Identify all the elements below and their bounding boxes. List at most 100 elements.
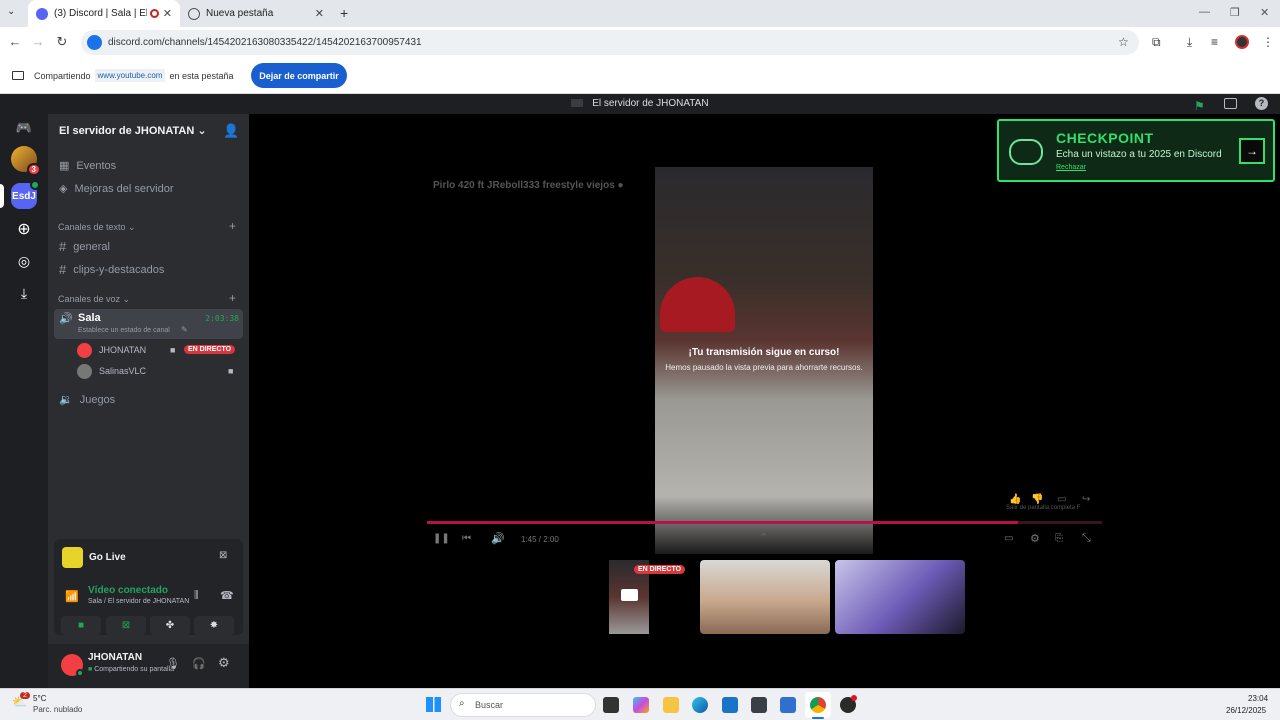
user-panel: JHONATAN ■ Compartiendo su pantalla 🎙 🎧 … <box>48 644 249 688</box>
voice-channel-sala[interactable]: 🔊 Sala 2:03:38 Establece un estado de ca… <box>54 309 243 339</box>
sharing-suffix: en esta pestaña <box>169 70 234 81</box>
like-icon[interactable]: 👍 <box>1009 494 1021 505</box>
stream-frame[interactable] <box>655 167 873 554</box>
dm-avatar[interactable]: 3 <box>11 146 41 176</box>
headphones-icon[interactable]: 🎧 <box>192 657 206 670</box>
video-settings-icon[interactable]: ⚙ <box>1030 532 1040 545</box>
clock-time[interactable]: 23:04 <box>1248 694 1268 703</box>
camera-icon: ■ <box>228 366 234 376</box>
soundboard-button[interactable]: ✸ <box>194 616 234 635</box>
profile-avatar[interactable] <box>1235 35 1249 49</box>
add-voice-channel-icon[interactable]: + <box>229 291 236 305</box>
cast-icon[interactable]: ⎘ <box>1055 533 1063 544</box>
exit-fullscreen-icon[interactable]: ⤡ <box>1082 532 1091 545</box>
back-icon[interactable]: ← <box>3 34 27 49</box>
channel-general[interactable]: # general <box>59 239 110 254</box>
active-app-indicator <box>812 717 824 719</box>
bookmark-star-icon[interactable]: ☆ <box>1118 35 1129 49</box>
minimize-icon[interactable]: — <box>1199 6 1210 18</box>
file-explorer-icon[interactable] <box>663 697 679 713</box>
app-editor-icon[interactable] <box>780 697 796 713</box>
pause-icon[interactable]: ❚❚ <box>433 533 450 544</box>
restore-icon[interactable]: ❐ <box>1230 6 1240 19</box>
close-tab-icon[interactable]: ✕ <box>163 7 172 20</box>
tab-search-icon[interactable]: ⌄ <box>7 6 15 17</box>
participant-tile[interactable]: EN DIRECTO <box>559 560 695 634</box>
settings-gear-icon[interactable]: ⚙ <box>218 655 230 671</box>
new-tab-button[interactable]: + <box>340 5 348 21</box>
add-text-channel-icon[interactable]: + <box>229 219 236 233</box>
forward-icon[interactable]: → <box>26 34 50 49</box>
camera-button[interactable]: ■ <box>61 616 101 635</box>
clock-date[interactable]: 26/12/2025 <box>1226 706 1266 715</box>
channel-clips[interactable]: # clips-y-destacados <box>59 262 164 277</box>
events-item[interactable]: ▦ Eventos <box>59 159 116 173</box>
stop-stream-icon[interactable]: ⊠ <box>219 550 227 561</box>
skip-back-icon[interactable]: ⏮ <box>462 533 471 544</box>
tab-new[interactable]: Nueva pestaña ✕ <box>180 0 332 27</box>
text-category[interactable]: Canales de texto ⌄ <box>58 222 136 233</box>
voice-category[interactable]: Canales de voz ⌄ <box>58 294 130 305</box>
arrow-right-icon[interactable]: → <box>1239 138 1265 164</box>
menu-kebab-icon[interactable]: ⋮ <box>1262 35 1274 49</box>
screen-share-icon <box>12 71 24 80</box>
weather-temp: 5°C <box>33 694 47 703</box>
discord-home-icon[interactable]: 🎮 <box>11 115 37 141</box>
disconnect-icon[interactable]: ☎ <box>220 589 234 602</box>
download-icon[interactable]: ⤓ <box>1187 35 1192 50</box>
server-icon-esdj[interactable]: EsdJ <box>11 180 40 209</box>
dm-badge: 3 <box>26 163 41 176</box>
server-header[interactable]: El servidor de JHONATAN ⌄ <box>59 124 207 137</box>
voice-channel-juegos[interactable]: 🔉 Juegos <box>59 393 115 407</box>
progress-track[interactable] <box>427 521 1102 524</box>
noise-suppression-icon[interactable]: ⫼ <box>194 590 199 601</box>
add-server-icon[interactable]: ⊕ <box>11 216 37 242</box>
browser-toolbar: ← → ↻ discord.com/channels/1454202163080… <box>0 27 1280 58</box>
copilot-icon[interactable] <box>633 697 649 713</box>
extensions-icon[interactable]: ⧉ <box>1152 35 1161 50</box>
app-cube-icon[interactable] <box>751 697 767 713</box>
activities-button[interactable]: ✤ <box>150 616 190 635</box>
comment-icon[interactable]: ▭ <box>1057 494 1066 505</box>
captions-icon[interactable]: ▭ <box>1004 533 1013 544</box>
tab-discord[interactable]: (3) Discord | Sala | El servid ✕ <box>28 0 180 27</box>
chrome-icon[interactable] <box>810 697 826 713</box>
camera-icon: ■ <box>170 345 176 355</box>
media-control-icon[interactable]: ≡ <box>1211 35 1218 49</box>
invite-people-icon[interactable]: 👤 <box>223 123 239 139</box>
help-icon[interactable]: ? <box>1255 97 1268 110</box>
site-info-icon[interactable] <box>87 35 102 50</box>
reload-icon[interactable]: ↻ <box>50 34 74 50</box>
checkpoint-dismiss[interactable]: Rechazar <box>1056 164 1086 171</box>
tab-title: Nueva pestaña <box>206 8 274 19</box>
taskbar-search[interactable]: ⌕ Buscar <box>450 693 596 717</box>
connection-title[interactable]: Vídeo conectado <box>88 585 168 596</box>
download-apps-icon[interactable]: ⤓ <box>11 280 37 306</box>
stop-sharing-button[interactable]: Dejar de compartir <box>251 63 347 88</box>
share-icon[interactable]: ↪ <box>1082 494 1090 505</box>
discover-icon[interactable]: ◎ <box>11 248 37 274</box>
mic-icon[interactable]: 🎙 <box>166 657 180 670</box>
dislike-icon[interactable]: 👎 <box>1031 494 1043 505</box>
inbox-icon[interactable] <box>1224 98 1237 109</box>
close-tab-icon[interactable]: ✕ <box>315 7 324 20</box>
chevron-up-icon[interactable]: ⌃ <box>759 531 768 544</box>
participant-tile[interactable] <box>700 560 830 634</box>
boosts-item[interactable]: ◈ Mejoras del servidor <box>59 182 174 196</box>
close-window-icon[interactable]: ✕ <box>1260 6 1269 19</box>
address-bar[interactable]: discord.com/channels/1454202163080335422… <box>81 30 1139 55</box>
edge-icon[interactable] <box>692 697 708 713</box>
voice-user[interactable]: SalinasVLC ■ <box>77 364 241 381</box>
channel-status[interactable]: Establece un estado de canal <box>78 327 170 334</box>
volume-icon[interactable]: 🔊 <box>491 532 505 545</box>
stream-stage[interactable]: Pirlo 420 ft JReboll333 freestyle viejos… <box>249 114 1280 688</box>
store-icon[interactable] <box>722 697 738 713</box>
task-view-icon[interactable] <box>603 697 619 713</box>
voice-user[interactable]: JHONATAN ■ EN DIRECTO <box>77 343 241 360</box>
share-screen-button[interactable]: ⊠ <box>106 616 146 635</box>
windows-start-icon[interactable] <box>426 697 441 712</box>
checkpoint-banner[interactable]: CHECKPOINT Echa un vistazo a tu 2025 en … <box>997 119 1275 182</box>
participant-tile[interactable] <box>835 560 965 634</box>
pencil-icon[interactable]: ✎ <box>181 325 188 334</box>
flag-icon[interactable]: ⚑ <box>1194 96 1205 116</box>
